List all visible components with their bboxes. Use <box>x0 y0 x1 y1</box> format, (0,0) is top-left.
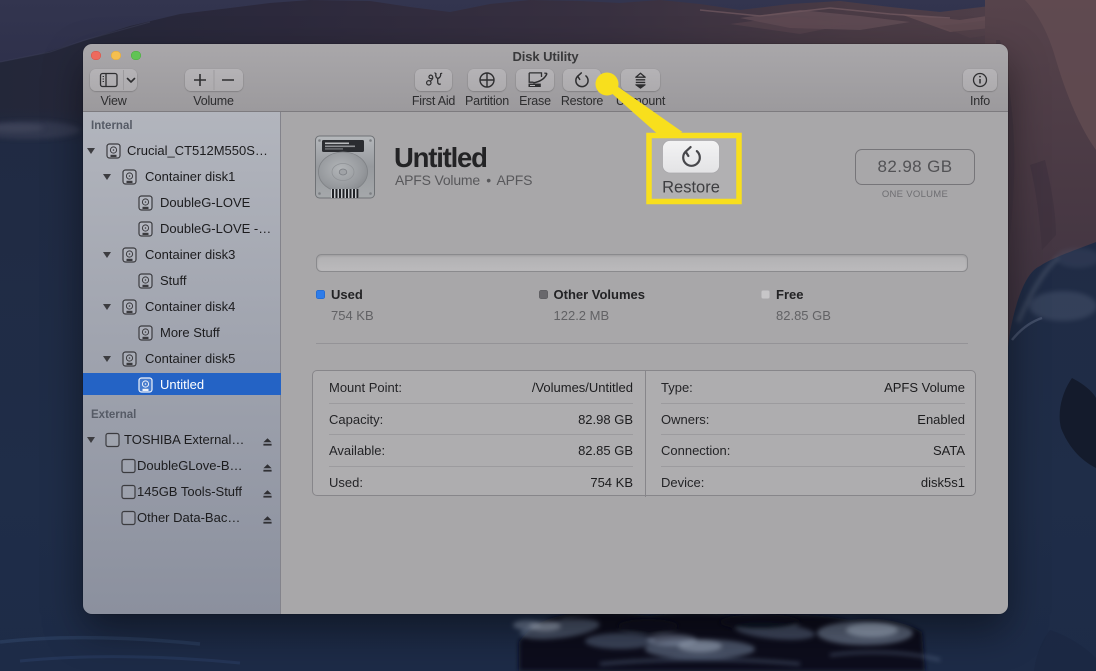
svg-text:Restore: Restore <box>662 179 720 197</box>
